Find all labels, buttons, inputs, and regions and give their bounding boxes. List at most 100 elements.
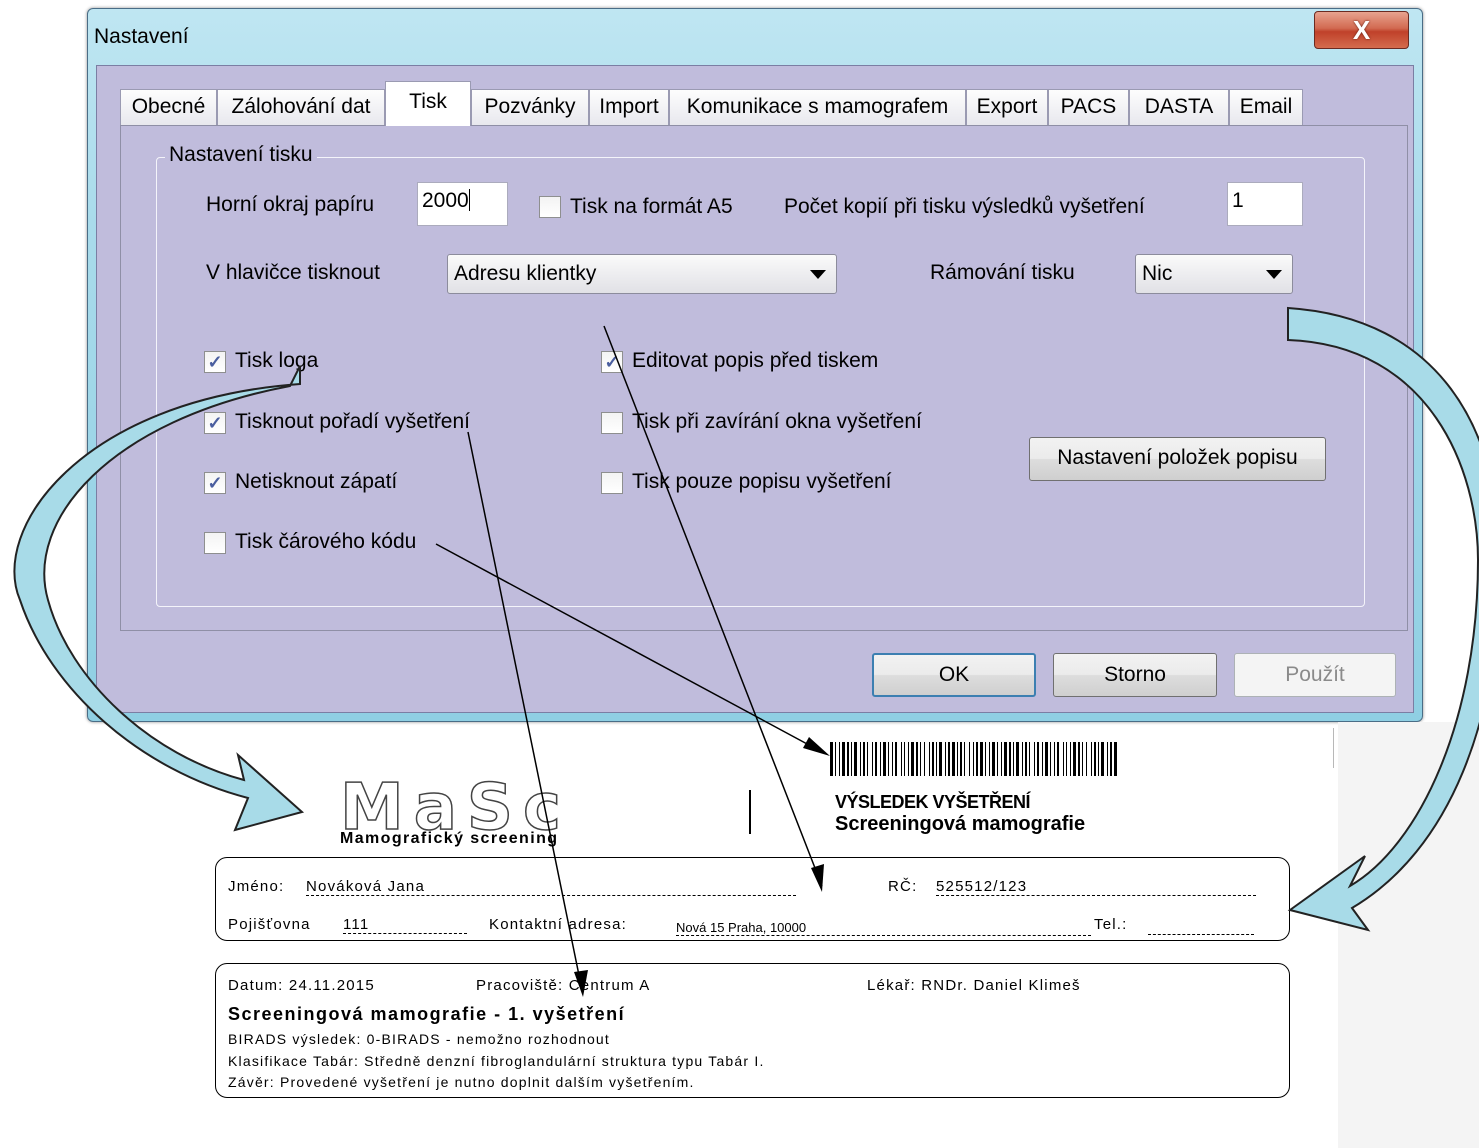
arrowhead-barcode [803,737,830,756]
barcode-bar [875,742,877,776]
tab-dasta[interactable]: DASTA [1129,89,1229,125]
name-label: Jméno: [228,878,285,895]
no-footer-label: Netisknout zápatí [235,470,398,493]
barcode-bar [860,742,861,776]
date-text: Datum: 24.11.2015 [228,977,375,994]
insurance-label: Pojišťovna [228,916,311,933]
tab-pozvanky[interactable]: Pozvánky [471,89,589,125]
barcode-bar [1098,742,1099,776]
print-order-checkbox[interactable]: ✓ [204,412,226,434]
window-title: Nastavení [94,25,189,48]
tab-email[interactable]: Email [1229,89,1303,125]
barcode-bar [1078,742,1080,776]
exam-title: Screeningová mamografie - 1. vyšetření [228,1004,626,1024]
chevron-down-icon [1266,270,1282,279]
close-button[interactable]: X [1314,11,1409,49]
barcode-bar [1037,742,1039,776]
barcode-bar [1070,742,1071,776]
barcode-bar [1107,742,1108,776]
description-items-button[interactable]: Nastavení položek popisu [1029,437,1326,481]
background-window-fragment [1338,722,1479,1148]
tab-zalohovani-dat[interactable]: Zálohování dat [217,89,385,125]
tel-value-line [1148,916,1254,935]
barcode-bar [960,742,962,776]
barcode-bar [1016,742,1019,776]
copies-label: Počet kopií při tisku výsledků vyšetření [784,195,1145,218]
barcode-bar [1086,742,1087,776]
barcode-bar [1091,742,1092,776]
barcode-bar [1094,742,1096,776]
barcode-bar [908,742,909,776]
cancel-button[interactable]: Storno [1053,653,1217,697]
frame-label: Rámování tisku [930,261,1075,284]
insurance-value: 111 [343,916,467,934]
patient-info-box: Jméno: Nováková Jana RČ: 525512/123 Poji… [215,857,1290,941]
tab-export[interactable]: Export [966,89,1048,125]
rc-value: 525512/123 [936,878,1256,896]
tab-pacs[interactable]: PACS [1048,89,1129,125]
copies-input[interactable]: 1 [1227,182,1303,226]
barcode-bar [920,742,921,776]
header-label: V hlavičce tisknout [206,261,380,284]
barcode-bar [1101,742,1104,776]
apply-button[interactable]: Použít [1234,653,1396,697]
doctor-text: Lékař: RNDr. Daniel Klimeš [867,977,1081,994]
a5-checkbox[interactable] [539,196,561,218]
result-subtitle: Screeningová mamografie [835,813,1086,835]
workplace-text: Pracoviště: Centrum A [476,977,651,994]
tab-import[interactable]: Import [589,89,669,125]
barcode-bar [932,742,934,776]
tel-label: Tel.: [1094,916,1128,933]
barcode-bar [830,742,833,776]
examination-box: Datum: 24.11.2015 Pracoviště: Centrum A … [215,963,1290,1098]
barcode-bar [1114,742,1117,776]
print-on-close-checkbox[interactable] [601,412,623,434]
barcode-bar [924,742,925,776]
barcode-bar [976,742,978,776]
print-settings-group: Nastavení tisku Horní okraj papíru 2000 … [156,143,1365,607]
ok-button[interactable]: OK [872,653,1036,697]
barcode-bar [835,742,836,776]
print-desc-only-checkbox[interactable] [601,472,623,494]
barcode-bar [929,742,930,776]
barcode-bar [948,742,950,776]
rc-label: RČ: [888,878,918,895]
barcode-bar [1029,742,1030,776]
edit-before-print-checkbox[interactable]: ✓ [601,351,623,373]
print-desc-only-label: Tisk pouze popisu vyšetření [632,470,892,493]
print-logo-checkbox[interactable]: ✓ [204,351,226,373]
settings-dialog: Nastavení X Obecné Zálohování dat Tisk P… [87,8,1423,722]
edit-before-print-label: Editovat popis před tiskem [632,349,879,372]
barcode-checkbox[interactable] [204,532,226,554]
barcode-bar [969,742,970,776]
name-value: Nováková Jana [306,878,796,896]
tab-komunikace[interactable]: Komunikace s mamografem [669,89,966,125]
barcode-bar [888,742,889,776]
barcode-bar [1001,742,1002,776]
a5-label: Tisk na formát A5 [570,195,733,218]
no-footer-checkbox[interactable]: ✓ [204,472,226,494]
barcode-bar [957,742,958,776]
header-select[interactable]: Adresu klientky [447,254,837,294]
barcode-bar [1034,742,1035,776]
barcode-bar [989,742,990,776]
barcode-bar [939,742,942,776]
top-margin-input[interactable]: 2000 [417,182,508,226]
barcode-bar [992,742,995,776]
frame-select[interactable]: Nic [1135,254,1293,294]
tab-obecne[interactable]: Obecné [120,89,217,125]
barcode-bar [1022,742,1023,776]
barcode-bar [1004,742,1007,776]
barcode-bar [1066,742,1067,776]
group-title: Nastavení tisku [165,143,317,167]
barcode-bar [980,742,983,776]
barcode-bar [964,742,965,776]
barcode-bar [847,742,849,776]
barcode-bar [901,742,902,776]
barcode-bar [1009,742,1011,776]
barcode-bar [1042,742,1043,776]
barcode-bar [1082,742,1083,776]
print-logo-label: Tisk loga [235,349,319,372]
barcode-bar [1110,742,1112,776]
tab-tisk[interactable]: Tisk [385,81,471,126]
